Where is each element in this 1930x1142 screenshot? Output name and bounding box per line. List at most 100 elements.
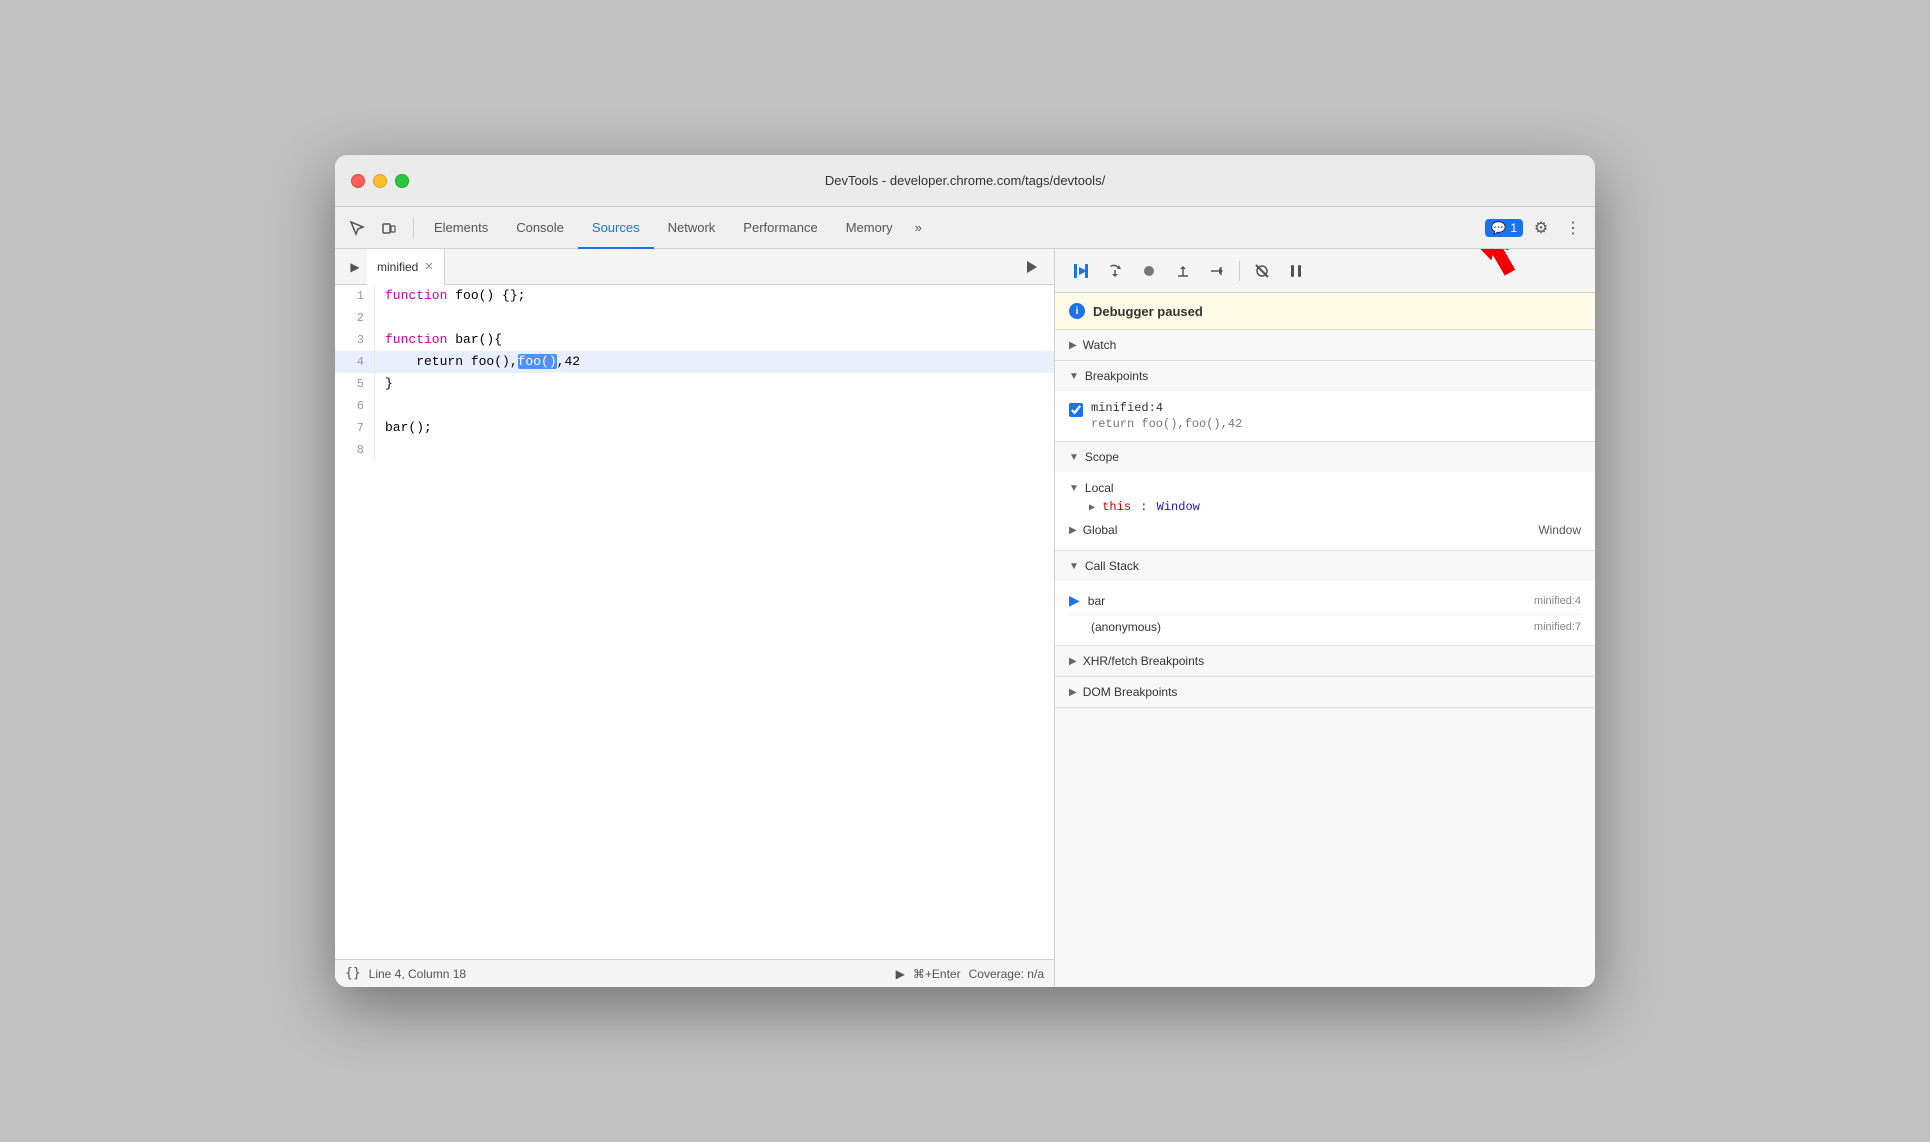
- code-line-3: 3 function bar(){: [335, 329, 1054, 351]
- status-bar-right: ▶ ⌘+Enter Coverage: n/a: [896, 967, 1044, 981]
- local-scope-group: ▼ Local ▶ this : Window: [1069, 478, 1581, 516]
- local-scope-label: Local: [1085, 481, 1114, 495]
- xhr-breakpoints-header[interactable]: ▶ XHR/fetch Breakpoints: [1055, 646, 1595, 676]
- traffic-lights: [351, 174, 409, 188]
- scope-triangle: ▼: [1069, 452, 1079, 463]
- line-col-info: Line 4, Column 18: [369, 967, 466, 981]
- scope-content: ▼ Local ▶ this : Window: [1055, 472, 1595, 550]
- xhr-breakpoints-label: XHR/fetch Breakpoints: [1083, 654, 1204, 668]
- code-line-5: 5 }: [335, 373, 1054, 395]
- breakpoints-label: Breakpoints: [1085, 369, 1148, 383]
- inspect-element-icon[interactable]: [343, 214, 371, 242]
- dom-breakpoints-header[interactable]: ▶ DOM Breakpoints: [1055, 677, 1595, 707]
- run-shortcut: ⌘+Enter: [913, 967, 961, 981]
- tab-memory[interactable]: Memory: [832, 207, 907, 249]
- run-snippet-icon[interactable]: [1018, 253, 1046, 281]
- xhr-triangle: ▶: [1069, 656, 1077, 667]
- devtools-body: ▶ minified ✕ 1 function fo: [335, 249, 1595, 987]
- breakpoint-file: minified:4: [1091, 401, 1242, 415]
- code-editor[interactable]: 1 function foo() {}; 2 3 function bar(){: [335, 285, 1054, 959]
- watch-header[interactable]: ▶ Watch: [1055, 330, 1595, 360]
- step-button[interactable]: [1203, 257, 1231, 285]
- current-frame-icon: ▶: [1069, 592, 1080, 609]
- call-stack-header[interactable]: ▼ Call Stack: [1055, 551, 1595, 581]
- watch-triangle: ▶: [1069, 340, 1077, 351]
- code-line-6: 6: [335, 395, 1054, 417]
- tab-network[interactable]: Network: [654, 207, 730, 249]
- resume-button[interactable]: [1067, 257, 1095, 285]
- devtools-window: DevTools - developer.chrome.com/tags/dev…: [335, 155, 1595, 987]
- call-loc-bar: minified:4: [1534, 595, 1581, 607]
- debug-toolbar: [1055, 249, 1595, 293]
- breakpoints-triangle: ▼: [1069, 371, 1079, 382]
- scope-section: ▼ Scope ▼ Local ▶ this :: [1055, 442, 1595, 551]
- settings-icon[interactable]: ⚙: [1527, 214, 1555, 242]
- deactivate-breakpoints-button[interactable]: [1248, 257, 1276, 285]
- call-item-bar[interactable]: ▶ bar minified:4: [1069, 587, 1581, 615]
- step-into-button[interactable]: [1135, 257, 1163, 285]
- scope-label: Scope: [1085, 450, 1119, 464]
- call-stack-section: ▼ Call Stack ▶ bar minified:4 (anonymous…: [1055, 551, 1595, 646]
- format-icon[interactable]: {}: [345, 966, 361, 981]
- close-button[interactable]: [351, 174, 365, 188]
- red-arrow-annotation: [1455, 249, 1555, 289]
- debugger-paused-banner: i Debugger paused: [1055, 293, 1595, 330]
- right-panel: i Debugger paused ▶ Watch ▼ Breakpoints: [1055, 249, 1595, 987]
- breakpoint-item: minified:4 return foo(),foo(),42: [1069, 397, 1581, 435]
- window-title: DevTools - developer.chrome.com/tags/dev…: [825, 173, 1105, 188]
- code-line-7: 7 bar();: [335, 417, 1054, 439]
- call-stack-label: Call Stack: [1085, 559, 1139, 573]
- run-prefix-icon: ▶: [896, 967, 905, 981]
- step-out-button[interactable]: [1169, 257, 1197, 285]
- pause-on-exceptions-button[interactable]: [1282, 257, 1310, 285]
- status-bar-left: {} Line 4, Column 18: [345, 966, 466, 981]
- dom-breakpoints-label: DOM Breakpoints: [1083, 685, 1178, 699]
- titlebar: DevTools - developer.chrome.com/tags/dev…: [335, 155, 1595, 207]
- close-file-tab-icon[interactable]: ✕: [424, 260, 433, 273]
- source-filename: minified: [377, 260, 418, 274]
- tab-console[interactable]: Console: [502, 207, 578, 249]
- devtools-container: Elements Console Sources Network Perform…: [335, 207, 1595, 987]
- call-fn-bar: bar: [1088, 594, 1526, 608]
- left-panel: ▶ minified ✕ 1 function fo: [335, 249, 1055, 987]
- global-scope-group: ▶ Global Window: [1069, 520, 1581, 540]
- more-tabs-button[interactable]: »: [907, 220, 930, 235]
- dom-triangle: ▶: [1069, 687, 1077, 698]
- breakpoints-section: ▼ Breakpoints minified:4 return foo(),fo…: [1055, 361, 1595, 442]
- source-tabs-bar: ▶ minified ✕: [335, 249, 1054, 285]
- status-bar: {} Line 4, Column 18 ▶ ⌘+Enter Coverage:…: [335, 959, 1054, 987]
- xhr-breakpoints-section: ▶ XHR/fetch Breakpoints: [1055, 646, 1595, 677]
- more-options-icon[interactable]: ⋮: [1559, 214, 1587, 242]
- code-line-2: 2: [335, 307, 1054, 329]
- devtools-tabs: Elements Console Sources Network Perform…: [335, 207, 1595, 249]
- tab-sources[interactable]: Sources: [578, 207, 654, 249]
- coverage-info: Coverage: n/a: [969, 967, 1044, 981]
- local-scope-header[interactable]: ▼ Local: [1069, 478, 1581, 498]
- device-toolbar-icon[interactable]: [375, 214, 403, 242]
- scope-this-item: ▶ this : Window: [1069, 498, 1581, 516]
- breakpoint-checkbox[interactable]: [1069, 403, 1083, 417]
- info-icon: i: [1069, 303, 1085, 319]
- global-scope-header[interactable]: ▶ Global Window: [1069, 520, 1581, 540]
- step-over-button[interactable]: [1101, 257, 1129, 285]
- dom-breakpoints-section: ▶ DOM Breakpoints: [1055, 677, 1595, 708]
- tab-performance[interactable]: Performance: [729, 207, 831, 249]
- tab-elements[interactable]: Elements: [420, 207, 502, 249]
- source-nav-arrow[interactable]: ▶: [343, 255, 367, 279]
- source-file-tab[interactable]: minified ✕: [367, 249, 445, 285]
- maximize-button[interactable]: [395, 174, 409, 188]
- breakpoints-header[interactable]: ▼ Breakpoints: [1055, 361, 1595, 391]
- call-loc-anon: minified:7: [1534, 621, 1581, 633]
- global-scope-value: Window: [1538, 523, 1581, 537]
- watch-section: ▶ Watch: [1055, 330, 1595, 361]
- minimize-button[interactable]: [373, 174, 387, 188]
- watch-label: Watch: [1083, 338, 1117, 352]
- call-item-anonymous[interactable]: (anonymous) minified:7: [1069, 615, 1581, 639]
- tab-right-actions: 💬 1 ⚙ ⋮: [1485, 214, 1587, 242]
- code-line-1: 1 function foo() {};: [335, 285, 1054, 307]
- call-fn-anon: (anonymous): [1069, 620, 1526, 634]
- debug-toolbar-sep: [1239, 261, 1240, 281]
- code-line-4: 4 return foo(),foo(),42: [335, 351, 1054, 373]
- message-badge[interactable]: 💬 1: [1485, 219, 1523, 237]
- scope-header[interactable]: ▼ Scope: [1055, 442, 1595, 472]
